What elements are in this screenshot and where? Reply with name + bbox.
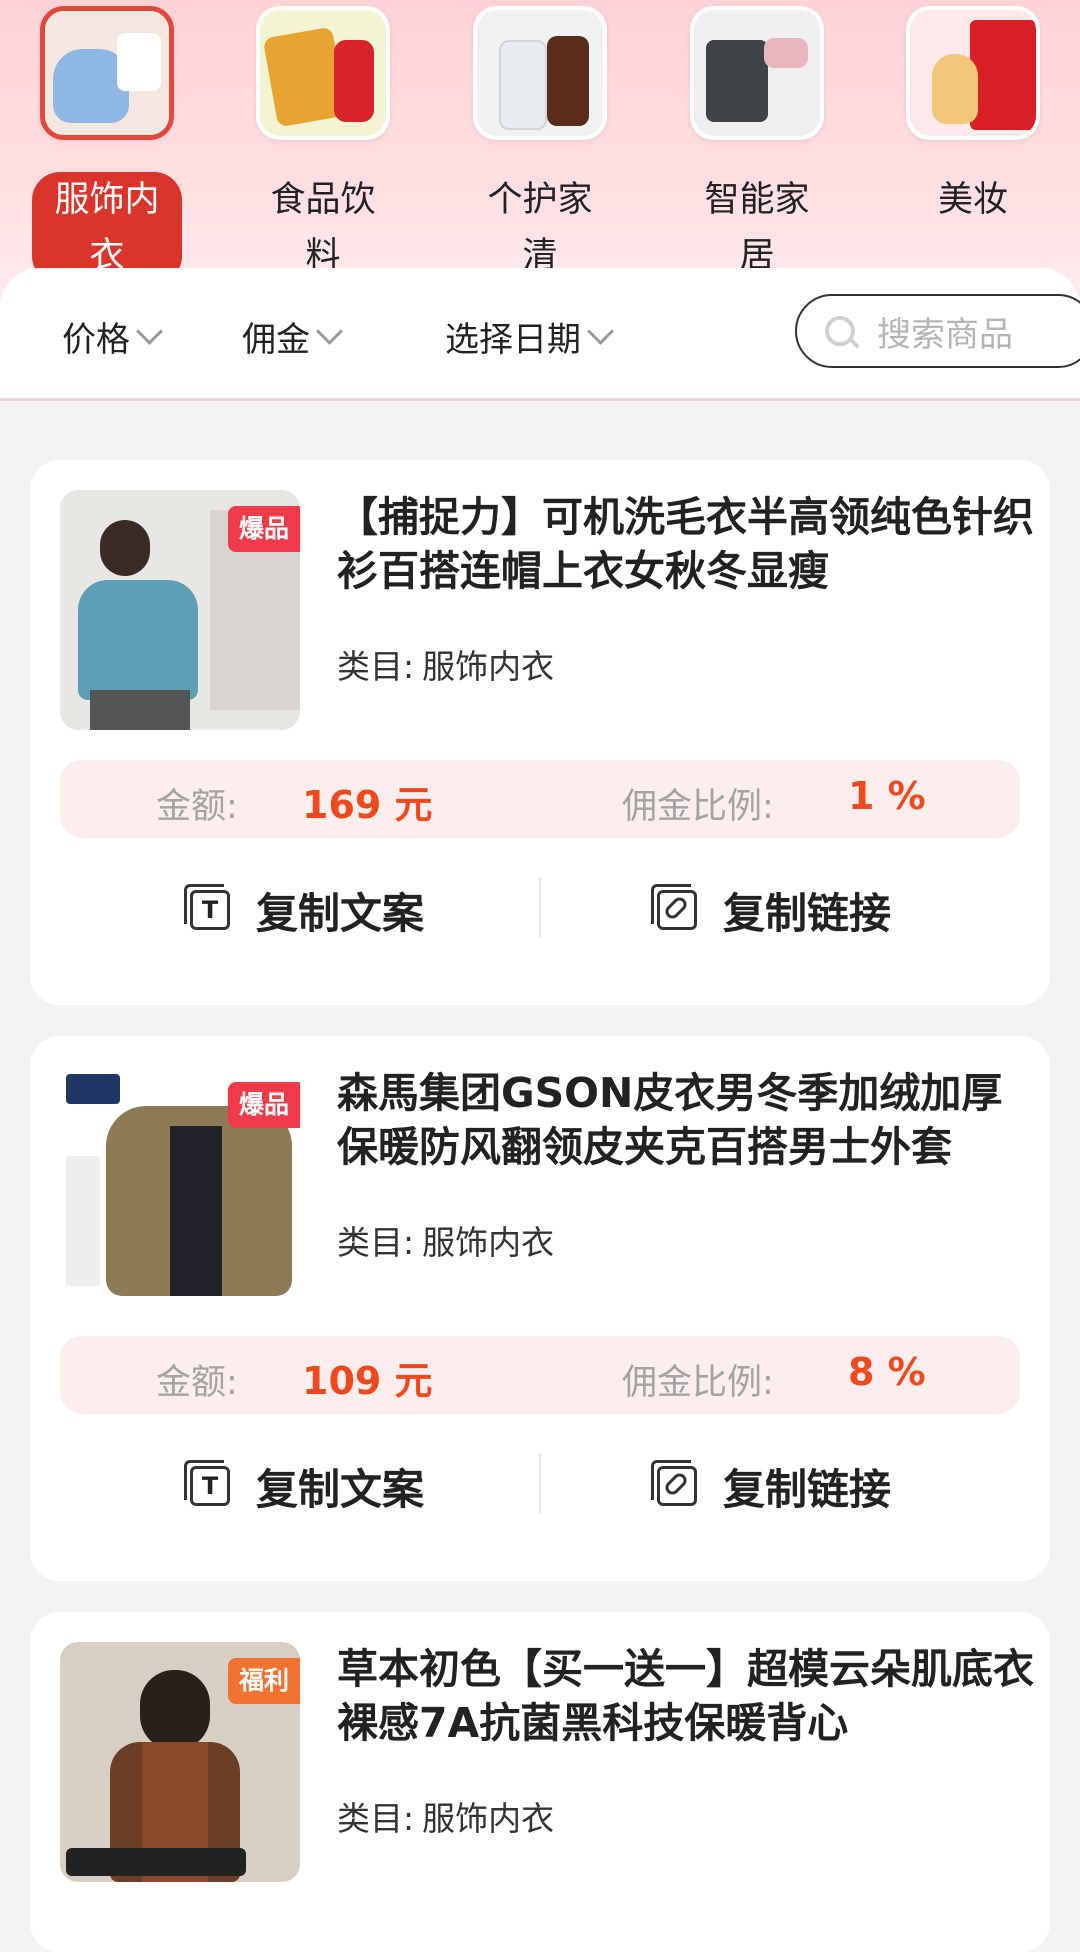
copy-text-icon: T <box>184 884 230 930</box>
price-info-bar: 金额: 109 元 佣金比例: 8 % <box>60 1336 1020 1414</box>
copy-text-label: 复制文案 <box>256 1464 425 1514</box>
copy-text-button[interactable]: T 复制文案 <box>184 875 425 945</box>
commission-rate-value: 1 % <box>848 774 926 818</box>
category-food-drink[interactable]: 食品饮料 <box>248 6 398 284</box>
action-divider <box>539 1453 541 1513</box>
product-title[interactable]: 草本初色【买一送一】超模云朵肌底衣裸感7A抗菌黑科技保暖背心 <box>337 1642 1037 1750</box>
search-icon <box>825 316 855 346</box>
category-value: 服饰内衣 <box>422 1799 555 1838</box>
copy-link-icon <box>651 884 697 930</box>
filter-bar: 价格 佣金 选择日期 搜索商品 <box>0 268 1080 401</box>
commission-rate-value: 8 % <box>848 1350 926 1394</box>
category-value: 服饰内衣 <box>422 647 555 686</box>
price-sort-label: 价格 <box>62 320 130 360</box>
product-title[interactable]: 【捕捉力】可机洗毛衣半高领纯色针织衫百搭连帽上衣女秋冬显瘦 <box>337 490 1037 598</box>
card-actions: T 复制文案 复制链接 <box>30 1451 1050 1521</box>
category-beauty[interactable]: 美妆 <box>898 6 1048 228</box>
copy-text-label: 复制文案 <box>256 888 425 938</box>
copy-link-icon <box>651 1460 697 1506</box>
category-personal-care[interactable]: 个护家清 <box>465 6 615 284</box>
card-actions: T 复制文案 复制链接 <box>30 875 1050 945</box>
copy-link-button[interactable]: 复制链接 <box>651 1451 892 1521</box>
price-sort-dropdown[interactable]: 价格 <box>62 312 163 361</box>
product-card[interactable]: 爆品 【捕捉力】可机洗毛衣半高领纯色针织衫百搭连帽上衣女秋冬显瘦 类目: 服饰内衣… <box>30 460 1050 1005</box>
action-divider <box>539 877 541 937</box>
welfare-badge: 福利 <box>228 1658 300 1704</box>
commission-sort-dropdown[interactable]: 佣金 <box>242 312 343 361</box>
copy-text-icon: T <box>184 1460 230 1506</box>
product-image[interactable]: 爆品 <box>60 490 300 730</box>
product-image[interactable]: 爆品 <box>60 1066 300 1306</box>
product-title[interactable]: 森馬集团GSON皮衣男冬季加绒加厚保暖防风翻领皮夹克百搭男士外套 <box>337 1066 1037 1174</box>
product-category: 类目: 服饰内衣 <box>337 1792 554 1840</box>
commission-rate-label: 佣金比例: <box>622 1363 774 1403</box>
chevron-down-icon <box>136 318 163 345</box>
amount-value: 169 元 <box>302 783 433 827</box>
robot-vacuum-icon <box>690 6 824 140</box>
commission-rate-label: 佣金比例: <box>622 787 774 827</box>
chevron-down-icon <box>316 318 343 345</box>
product-category: 类目: 服饰内衣 <box>337 640 554 688</box>
category-value: 服饰内衣 <box>422 1223 555 1262</box>
hot-badge: 爆品 <box>228 1082 300 1128</box>
category-prefix: 类目: <box>337 647 415 686</box>
product-card[interactable]: 爆品 森馬集团GSON皮衣男冬季加绒加厚保暖防风翻领皮夹克百搭男士外套 类目: 服… <box>30 1036 1050 1581</box>
product-category: 类目: 服饰内衣 <box>337 1216 554 1264</box>
category-prefix: 类目: <box>337 1223 415 1262</box>
snack-drink-icon <box>256 6 390 140</box>
search-placeholder: 搜索商品 <box>877 314 1013 355</box>
search-input[interactable]: 搜索商品 <box>795 294 1080 368</box>
amount-value: 109 元 <box>302 1359 433 1403</box>
chevron-down-icon <box>587 318 614 345</box>
date-picker-label: 选择日期 <box>445 320 581 360</box>
price-info-bar: 金额: 169 元 佣金比例: 1 % <box>60 760 1020 838</box>
hot-badge: 爆品 <box>228 506 300 552</box>
product-card[interactable]: 福利 草本初色【买一送一】超模云朵肌底衣裸感7A抗菌黑科技保暖背心 类目: 服饰内… <box>30 1612 1050 1952</box>
copy-link-label: 复制链接 <box>723 1464 892 1514</box>
commission-sort-label: 佣金 <box>242 320 310 360</box>
category-clothing[interactable]: 服饰内衣 <box>32 6 182 284</box>
category-prefix: 类目: <box>337 1799 415 1838</box>
product-image[interactable]: 福利 <box>60 1642 300 1882</box>
amount-label: 金额: <box>156 1363 238 1403</box>
clothing-icon <box>40 6 174 140</box>
copy-link-label: 复制链接 <box>723 888 892 938</box>
copy-link-button[interactable]: 复制链接 <box>651 875 892 945</box>
perfume-icon <box>906 6 1040 140</box>
copy-text-button[interactable]: T 复制文案 <box>184 1451 425 1521</box>
category-label: 美妆 <box>937 180 1008 220</box>
date-picker-dropdown[interactable]: 选择日期 <box>445 312 614 361</box>
amount-label: 金额: <box>156 787 238 827</box>
category-smart-home[interactable]: 智能家居 <box>682 6 832 284</box>
bottle-icon <box>473 6 607 140</box>
